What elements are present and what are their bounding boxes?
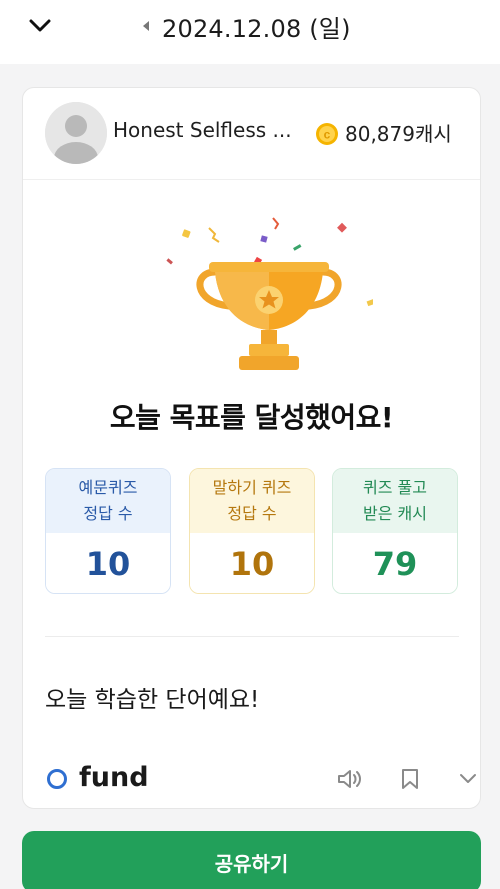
previous-date-button[interactable] — [136, 11, 156, 41]
stat-card-earned-cash: 퀴즈 풀고 받은 캐시 79 — [332, 468, 458, 594]
caret-left-icon — [143, 21, 149, 31]
stat-label-sub: 정답 수 — [83, 504, 133, 523]
stat-label: 말하기 퀴즈 — [212, 478, 292, 497]
speaker-button[interactable] — [335, 764, 365, 794]
speaker-icon — [338, 770, 361, 788]
stat-value: 10 — [190, 533, 314, 593]
date-label: 2024.12.08 (일) — [162, 14, 351, 43]
svg-text:c: c — [324, 128, 331, 142]
bookmark-icon — [402, 769, 418, 789]
collapse-button[interactable] — [22, 10, 58, 42]
trophy-icon — [166, 217, 373, 370]
learned-words-title: 오늘 학습한 단어예요! — [45, 687, 260, 713]
username: Honest Selfless ... — [113, 118, 292, 142]
avatar[interactable] — [45, 102, 107, 164]
stat-label-sub: 받은 캐시 — [363, 504, 427, 523]
bookmark-button[interactable] — [395, 764, 425, 794]
expand-button[interactable] — [453, 764, 480, 794]
share-button[interactable]: 공유하기 — [22, 831, 481, 889]
word-list-item: fund — [45, 760, 476, 800]
stat-label-sub: 정답 수 — [227, 504, 277, 523]
goal-achieved-message: 오늘 목표를 달성했어요! — [109, 401, 394, 434]
stat-label: 예문퀴즈 — [78, 478, 138, 497]
stat-card-speaking-quiz: 말하기 퀴즈 정답 수 10 — [189, 468, 315, 594]
profile-header: Honest Selfless ... c 80,879캐시 — [23, 88, 480, 180]
word-text: fund — [79, 762, 149, 793]
divider — [45, 636, 459, 637]
word-select-radio[interactable] — [47, 769, 67, 789]
top-bar: 2024.12.08 (일) — [0, 0, 500, 64]
chevron-down-icon — [29, 19, 51, 32]
stat-card-example-quiz: 예문퀴즈 정답 수 10 — [45, 468, 171, 594]
user-silhouette-icon — [45, 102, 107, 164]
stat-label: 퀴즈 풀고 — [363, 478, 427, 497]
coin-icon: c — [316, 123, 338, 145]
date-navigator: 2024.12.08 (일) — [136, 8, 351, 44]
cash-balance: 80,879캐시 — [345, 122, 452, 146]
stat-value: 10 — [46, 533, 170, 593]
daily-result-card: Honest Selfless ... c 80,879캐시 오늘 목표를 달성… — [22, 87, 481, 809]
stat-value: 79 — [333, 533, 457, 593]
chevron-down-icon — [460, 774, 476, 783]
